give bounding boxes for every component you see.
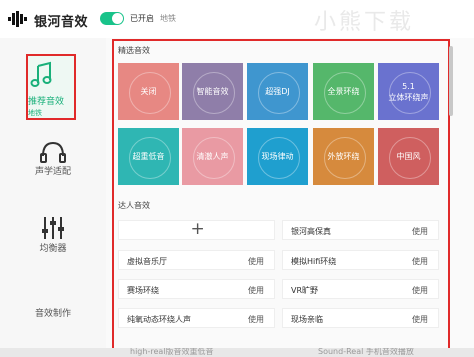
sidebar-item-sublabel: 地铁: [28, 109, 42, 117]
expert-effect-name: 现场亲临: [291, 315, 323, 324]
sidebar-item-label: 均衡器: [39, 244, 67, 254]
expert-effect-row[interactable]: 纯氧动态环绕人声 使用: [118, 308, 275, 328]
tile-label: 超重低音: [132, 152, 165, 161]
tile-label: 外放环绕: [327, 152, 360, 161]
use-button[interactable]: 使用: [412, 256, 428, 267]
effect-tile[interactable]: 超强DJ: [247, 63, 308, 120]
background-text-left: high-real版音效重低音: [130, 348, 214, 356]
content-scrollbar[interactable]: [449, 46, 453, 116]
sidebar-item-equalizer[interactable]: 均衡器: [0, 215, 106, 254]
sidebar-item-label: 推荐音效: [28, 97, 65, 107]
toggle-status-label: 已开启: [130, 14, 154, 23]
use-button[interactable]: 使用: [248, 256, 264, 267]
effect-tile[interactable]: 中国风: [378, 128, 439, 185]
sidebar-item-label: 声学适配: [34, 167, 71, 177]
tile-label: 现场律动: [261, 152, 294, 161]
tile-label: 智能音效: [196, 87, 229, 96]
expert-effect-row[interactable]: 现场亲临 使用: [282, 308, 439, 328]
app-title: 银河音效: [34, 15, 89, 30]
expert-effect-name: 赛场环绕: [127, 286, 159, 295]
effect-tile[interactable]: 外放环绕: [313, 128, 374, 185]
use-button[interactable]: 使用: [248, 314, 264, 325]
expert-effect-name: 模拟Hifi环绕: [291, 257, 337, 266]
expert-section-title: 达人音效: [118, 201, 150, 210]
expert-effect-row[interactable]: 虚拟音乐厅 使用: [118, 250, 275, 270]
main-content: 精选音效 关闭 智能音效 超强DJ 全景环绕 5.1 立体环绕声 超重低音 清澈…: [106, 38, 474, 357]
effect-tile[interactable]: 清澈人声: [182, 128, 243, 185]
header: 银河音效 已开启 地铁 小熊下载: [0, 0, 474, 39]
effect-tile[interactable]: 现场律动: [247, 128, 308, 185]
tile-label: 超强DJ: [265, 87, 290, 96]
effect-tile[interactable]: 智能音效: [182, 63, 243, 120]
use-button[interactable]: 使用: [412, 314, 428, 325]
effect-tile[interactable]: 关闭: [118, 63, 179, 120]
sidebar-item-acoustic[interactable]: 声学适配: [0, 140, 106, 177]
expert-effect-name: VR旷野: [291, 286, 319, 295]
watermark: 小熊下载: [314, 10, 415, 35]
expert-effect-row[interactable]: 模拟Hifi环绕 使用: [282, 250, 439, 270]
effect-tile[interactable]: 全景环绕: [313, 63, 374, 120]
tile-label: 5.1 立体环绕声: [388, 81, 429, 102]
sidebar-item-label: 音效制作: [34, 309, 71, 319]
current-effect-label: 地铁: [160, 14, 176, 23]
headphones-icon: [40, 141, 66, 163]
sidebar-item-recommended[interactable]: 推荐音效 地铁: [26, 54, 76, 120]
background-text-right: Sound-Real 手机音效播放: [318, 348, 414, 356]
expert-effect-row[interactable]: 赛场环绕 使用: [118, 279, 275, 299]
equalizer-icon: [42, 217, 64, 239]
tile-label: 清澈人声: [196, 152, 229, 161]
expert-effect-row[interactable]: VR旷野 使用: [282, 279, 439, 299]
expert-effect-name: 虚拟音乐厅: [127, 257, 167, 266]
expert-effect-name: 银河高保真: [291, 227, 331, 236]
toggle-knob: [112, 13, 123, 24]
plus-icon: +: [190, 219, 205, 239]
background-player-strip: high-real版音效重低音 Sound-Real 手机音效播放: [0, 348, 474, 357]
sidebar: 推荐音效 地铁 声学适配 均衡器 音效制作: [0, 38, 106, 357]
expert-effect-row[interactable]: 银河高保真 使用: [282, 220, 439, 240]
use-button[interactable]: 使用: [248, 285, 264, 296]
use-button[interactable]: 使用: [412, 285, 428, 296]
expert-effect-name: 纯氧动态环绕人声: [127, 315, 191, 324]
tile-label: 全景环绕: [327, 87, 360, 96]
tile-label: 中国风: [396, 152, 421, 161]
audio-wave-logo-icon: [8, 11, 27, 27]
music-note-icon: [30, 61, 52, 87]
sound-effect-toggle[interactable]: [100, 12, 124, 25]
featured-section-title: 精选音效: [118, 46, 150, 55]
use-button[interactable]: 使用: [412, 226, 428, 237]
effect-tile[interactable]: 超重低音: [118, 128, 179, 185]
effect-tile[interactable]: 5.1 立体环绕声: [378, 63, 439, 120]
tile-label: 关闭: [140, 87, 157, 96]
add-custom-effect-button[interactable]: +: [118, 219, 275, 240]
sound-effects-window: 银河音效 已开启 地铁 小熊下载 推荐音效 地铁 声学适配 均衡器 音效制作 精…: [0, 0, 474, 357]
sidebar-item-production[interactable]: 音效制作: [0, 306, 106, 319]
